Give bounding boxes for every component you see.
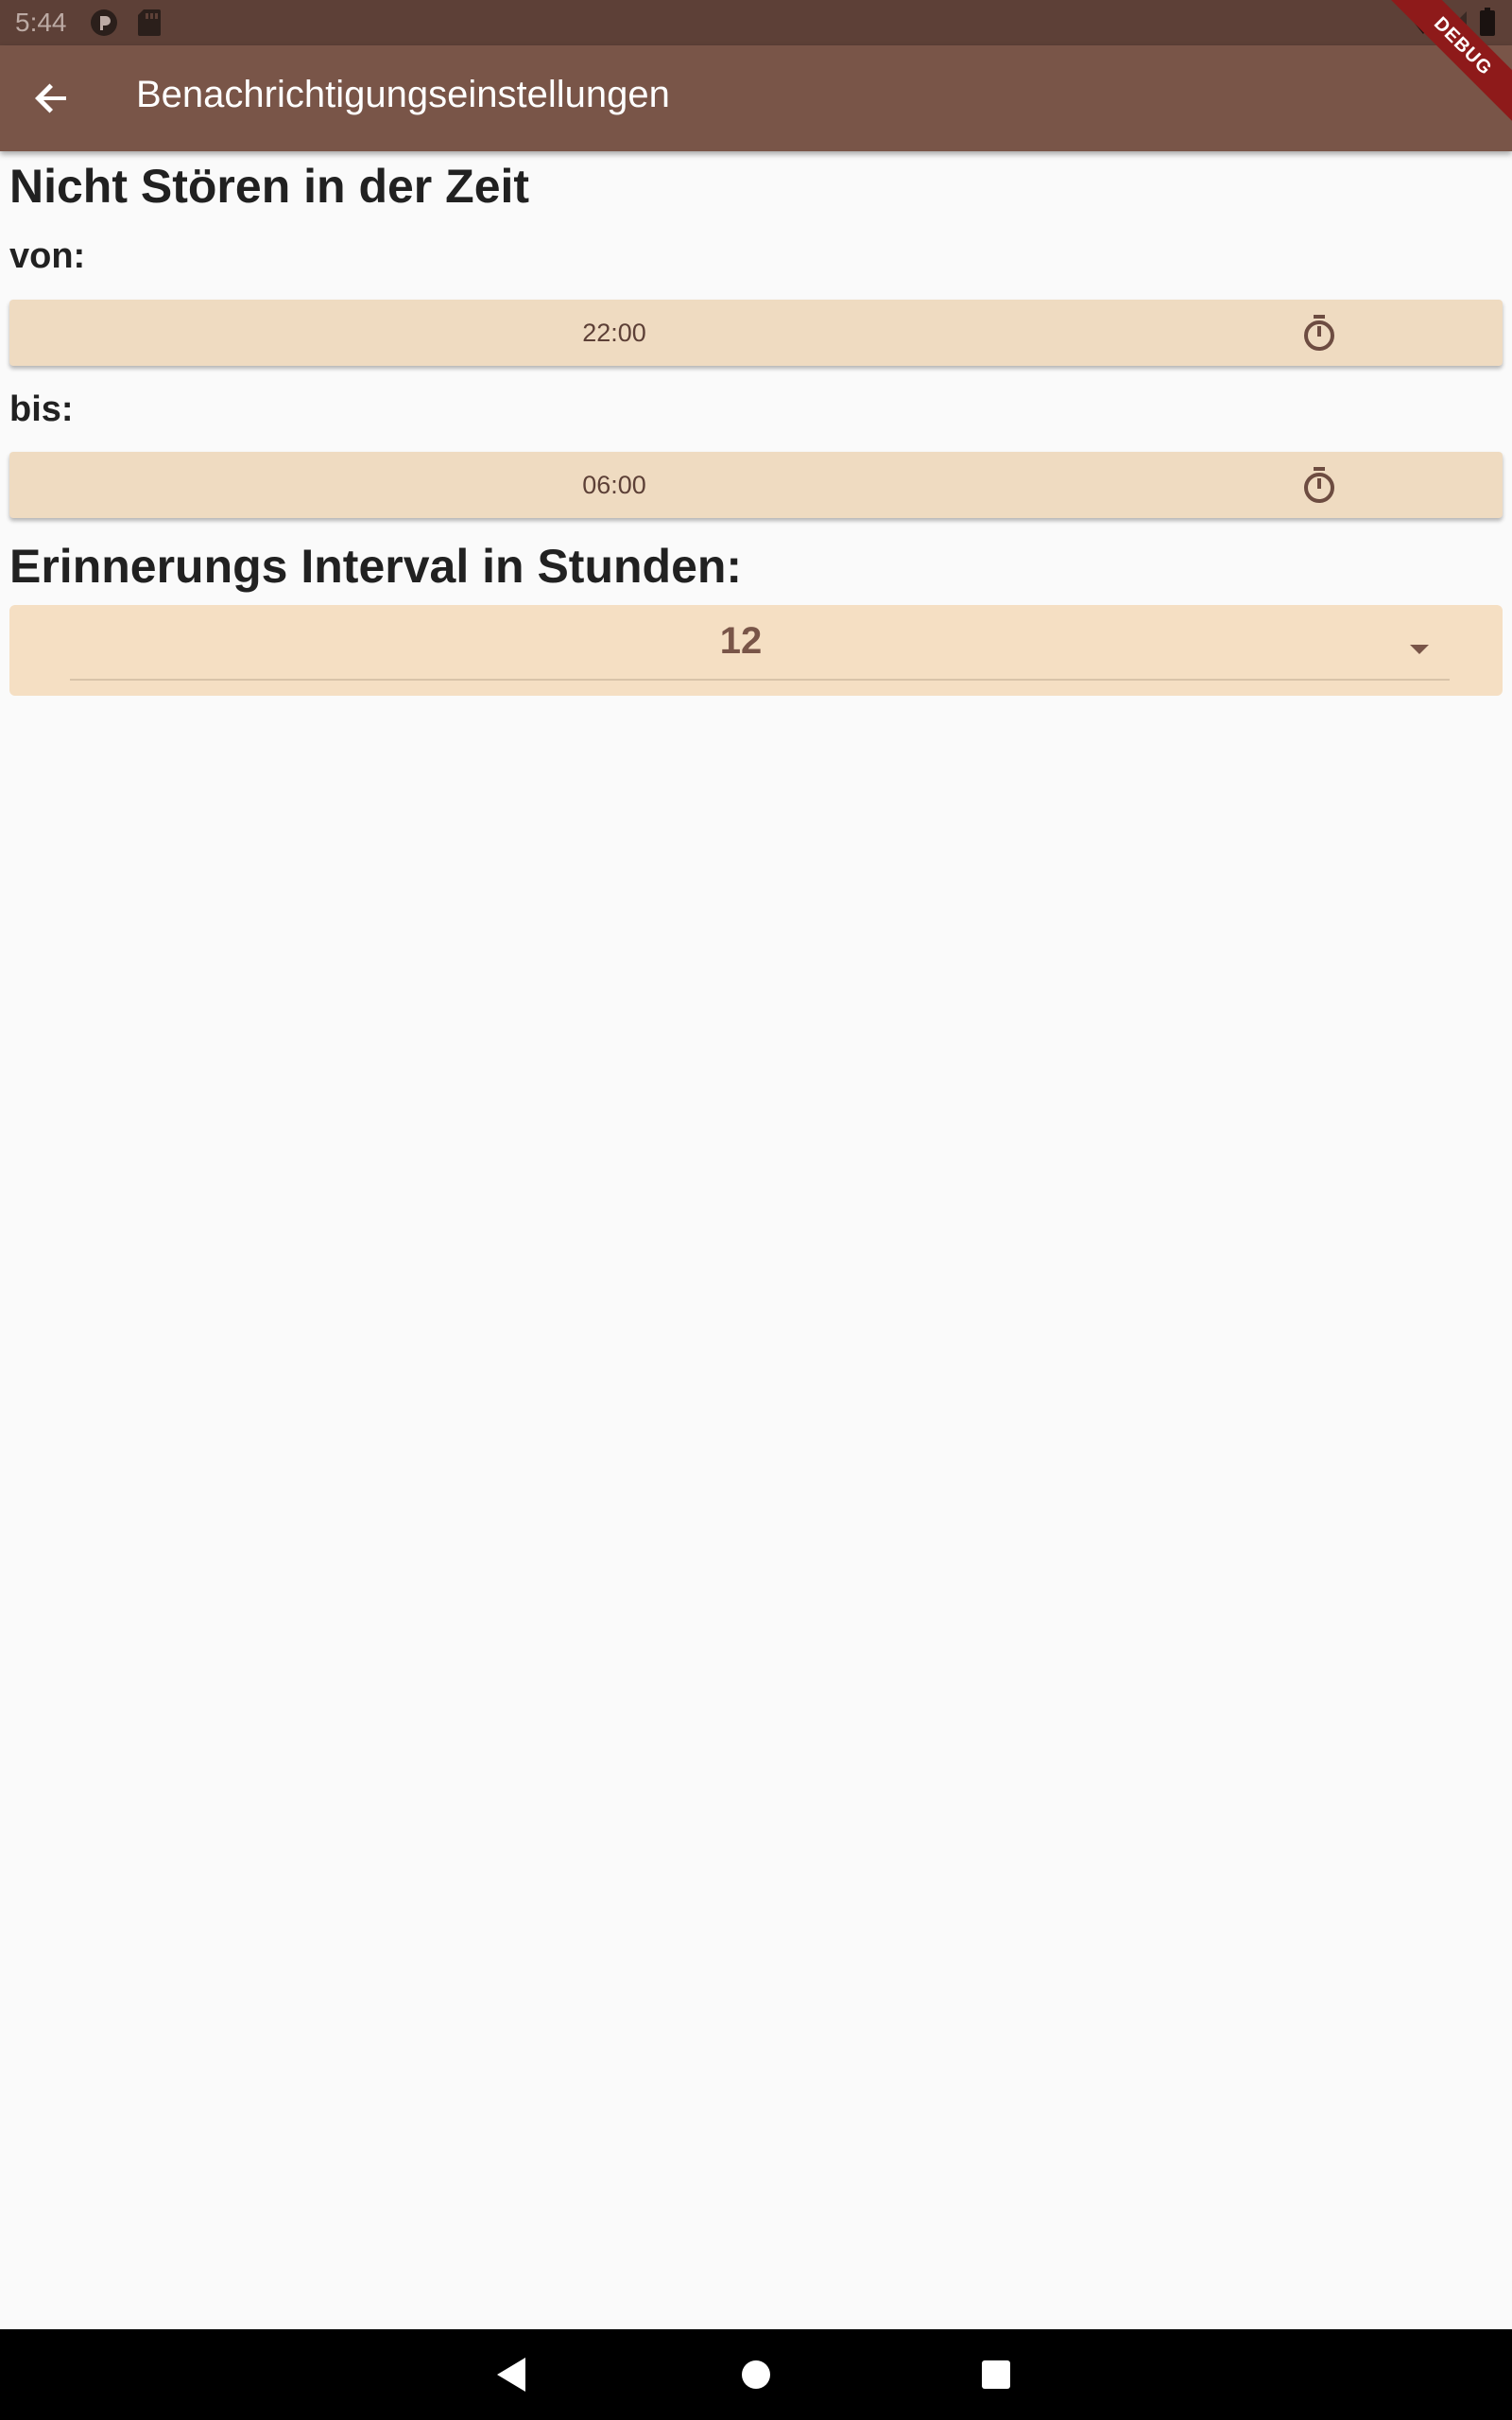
timer-icon <box>1304 315 1334 351</box>
from-label: von: <box>9 236 86 276</box>
from-time-value: 22:00 <box>582 319 646 347</box>
nav-home-button[interactable] <box>733 2352 779 2397</box>
nav-recents-icon <box>982 2360 1010 2389</box>
page-title: Benachrichtigungseinstellungen <box>136 74 670 115</box>
nav-back-button[interactable] <box>490 2352 535 2397</box>
app-notification-icon <box>89 8 119 43</box>
to-time-value: 06:00 <box>582 471 646 499</box>
status-time: 5:44 <box>15 8 67 37</box>
debug-banner: DEBUG <box>1380 0 1512 132</box>
reminder-interval-dropdown[interactable]: 12 <box>9 605 1503 696</box>
debug-label: DEBUG <box>1380 0 1512 132</box>
system-nav-bar <box>0 2329 1512 2420</box>
reminder-interval-title: Erinnerungs Interval in Stunden: <box>9 540 743 593</box>
nav-home-icon <box>742 2360 770 2389</box>
status-bar: 5:44 <box>0 0 1512 45</box>
arrow-back-icon <box>35 83 66 113</box>
dropdown-underline <box>70 679 1450 681</box>
back-button[interactable] <box>23 68 83 129</box>
app-bar: Benachrichtigungseinstellungen <box>0 45 1512 151</box>
nav-back-icon <box>497 2358 525 2392</box>
arrow-drop-down-icon <box>1410 645 1429 654</box>
to-time-button[interactable]: 06:00 <box>9 452 1503 518</box>
to-label: bis: <box>9 389 74 429</box>
from-time-button[interactable]: 22:00 <box>9 300 1503 366</box>
do-not-disturb-title: Nicht Stören in der Zeit <box>9 160 530 213</box>
sd-card-icon <box>136 8 163 43</box>
dropdown-selected-value: 12 <box>719 620 763 662</box>
nav-recents-button[interactable] <box>973 2352 1019 2397</box>
timer-icon <box>1304 467 1334 503</box>
